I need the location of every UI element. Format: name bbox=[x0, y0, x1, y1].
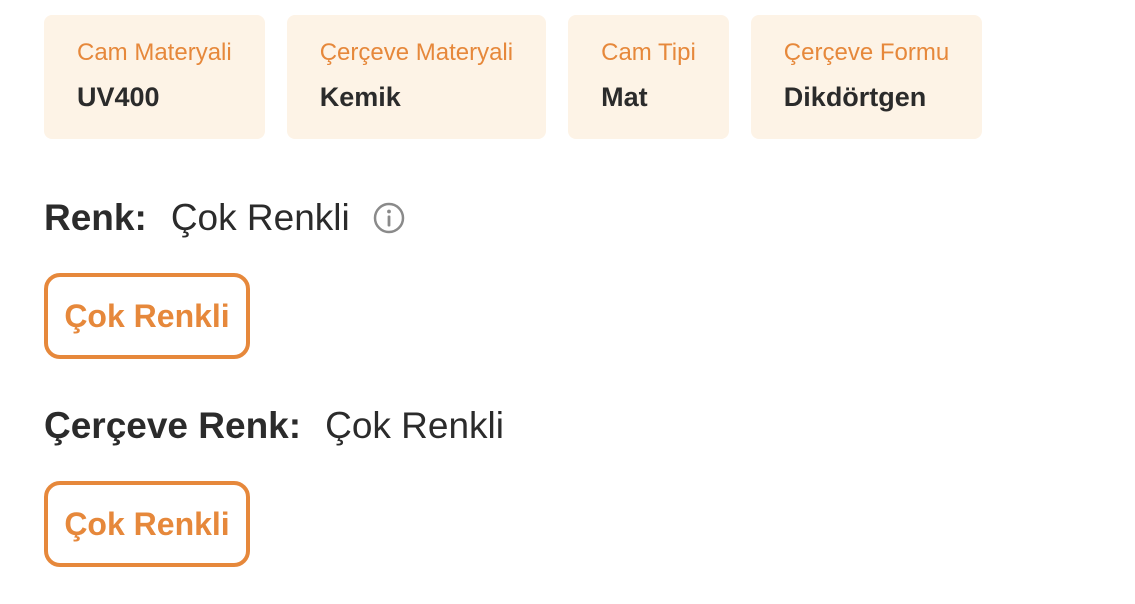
attribute-label: Cam Tipi bbox=[601, 39, 696, 66]
color-selected-value: Çok Renkli bbox=[170, 197, 350, 238]
attribute-label: Cam Materyali bbox=[77, 39, 232, 66]
frame-color-selected-value: Çok Renkli bbox=[325, 405, 504, 446]
attribute-value: Kemik bbox=[319, 82, 401, 112]
attribute-label: Çerçeve Materyali bbox=[319, 39, 514, 66]
attribute-value: Dikdörtgen bbox=[783, 82, 927, 112]
info-circle-icon[interactable] bbox=[372, 201, 406, 235]
frame-color-option-multicolor[interactable]: Çok Renkli bbox=[44, 481, 250, 567]
attribute-card-lens-material: Cam Materyali UV400 bbox=[44, 15, 265, 139]
attribute-value: UV400 bbox=[77, 82, 160, 112]
attribute-value: Mat bbox=[601, 82, 648, 112]
color-option-multicolor[interactable]: Çok Renkli bbox=[44, 273, 250, 359]
color-heading: Renk: Çok Renkli bbox=[44, 193, 406, 243]
attribute-card-frame-material: Çerçeve Materyali Kemik bbox=[286, 15, 547, 139]
product-attributes: Cam Materyali UV400 Çerçeve Materyali Ke… bbox=[44, 15, 983, 139]
attribute-card-frame-shape: Çerçeve Formu Dikdörtgen bbox=[750, 15, 983, 139]
attribute-card-lens-type: Cam Tipi Mat bbox=[568, 15, 729, 139]
attribute-label: Çerçeve Formu bbox=[783, 39, 950, 66]
frame-color-label: Çerçeve Renk: bbox=[44, 405, 302, 446]
color-label: Renk: bbox=[44, 197, 147, 238]
frame-color-heading: Çerçeve Renk: Çok Renkli bbox=[44, 401, 504, 451]
